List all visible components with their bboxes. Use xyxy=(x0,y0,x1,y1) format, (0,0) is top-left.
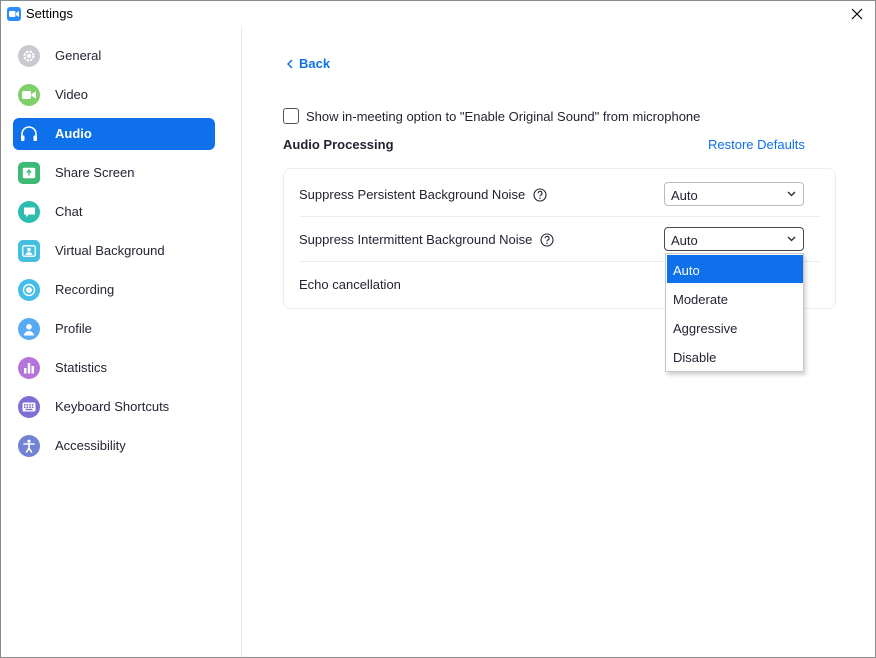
sidebar-item-statistics[interactable]: Statistics xyxy=(13,352,215,384)
recording-icon xyxy=(18,279,40,301)
intermittent-noise-row: Suppress Intermittent Background Noise xyxy=(299,232,554,247)
close-icon xyxy=(851,8,863,20)
keyboard-icon xyxy=(18,396,40,418)
window-title: Settings xyxy=(26,6,73,21)
share-screen-icon xyxy=(18,162,40,184)
headphones-icon xyxy=(18,123,40,145)
help-icon[interactable] xyxy=(540,232,554,247)
original-sound-checkbox[interactable] xyxy=(283,108,299,124)
sidebar-item-profile[interactable]: Profile xyxy=(13,313,215,345)
intermittent-noise-label: Suppress Intermittent Background Noise xyxy=(299,232,533,247)
sidebar-item-general[interactable]: General xyxy=(13,40,215,72)
close-button[interactable] xyxy=(843,2,871,26)
persistent-noise-row: Suppress Persistent Background Noise xyxy=(299,187,547,202)
gear-icon xyxy=(18,45,40,67)
back-link[interactable]: Back xyxy=(287,56,330,71)
sidebar-item-accessibility[interactable]: Accessibility xyxy=(13,430,215,462)
help-icon[interactable] xyxy=(533,187,547,202)
settings-window: Settings General Video Audio Share Scree… xyxy=(0,0,876,658)
dropdown-option-disable[interactable]: Disable xyxy=(667,342,803,370)
audio-processing-title: Audio Processing xyxy=(283,137,394,152)
profile-icon xyxy=(18,318,40,340)
dropdown-option-moderate[interactable]: Moderate xyxy=(667,284,803,312)
chevron-left-icon xyxy=(287,58,293,69)
sidebar-item-video[interactable]: Video xyxy=(13,79,215,111)
chat-bubble-icon xyxy=(18,201,40,223)
statistics-icon xyxy=(18,357,40,379)
noise-suppression-dropdown-list: Auto Moderate Aggressive Disable xyxy=(665,253,804,372)
title-bar: Settings xyxy=(1,1,875,27)
dropdown-option-aggressive[interactable]: Aggressive xyxy=(667,313,803,341)
dropdown-option-auto[interactable]: Auto xyxy=(667,255,803,283)
sidebar-item-recording[interactable]: Recording xyxy=(13,274,215,306)
sidebar-item-chat[interactable]: Chat xyxy=(13,196,215,228)
chevron-down-icon xyxy=(787,236,796,242)
zoom-app-icon xyxy=(7,7,21,21)
original-sound-option[interactable]: Show in-meeting option to "Enable Origin… xyxy=(283,108,700,124)
sidebar-item-audio[interactable]: Audio xyxy=(13,118,215,150)
virtual-background-icon xyxy=(18,240,40,262)
sidebar-item-virtual-background[interactable]: Virtual Background xyxy=(13,235,215,267)
intermittent-noise-select[interactable]: Auto xyxy=(664,227,804,251)
accessibility-icon xyxy=(18,435,40,457)
chevron-down-icon xyxy=(787,191,796,197)
video-camera-icon xyxy=(18,84,40,106)
restore-defaults-link[interactable]: Restore Defaults xyxy=(708,137,805,152)
echo-cancellation-label: Echo cancellation xyxy=(299,277,401,292)
echo-cancellation-row: Echo cancellation xyxy=(299,277,401,292)
persistent-noise-label: Suppress Persistent Background Noise xyxy=(299,187,526,202)
sidebar-item-share-screen[interactable]: Share Screen xyxy=(13,157,215,189)
original-sound-label: Show in-meeting option to "Enable Origin… xyxy=(306,108,701,124)
settings-sidebar: General Video Audio Share Screen Chat Vi… xyxy=(1,27,242,657)
sidebar-item-keyboard-shortcuts[interactable]: Keyboard Shortcuts xyxy=(13,391,215,423)
persistent-noise-select[interactable]: Auto xyxy=(664,182,804,206)
row-divider xyxy=(299,216,820,217)
back-label: Back xyxy=(299,56,331,71)
